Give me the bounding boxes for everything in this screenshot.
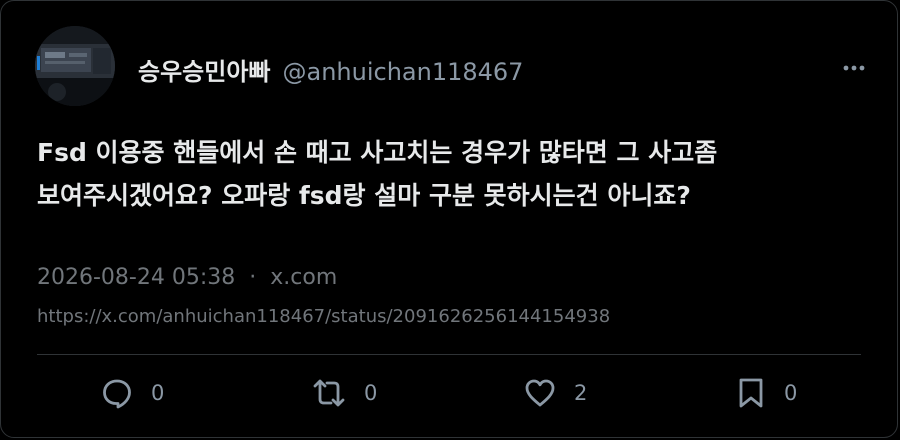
retweet-icon [313,379,345,407]
tweet-text-line: 보여주시겠어요? 오파랑 fsd랑 설마 구분 못하시는건 아니죠? [37,181,691,210]
tweet-card: 승우승민아빠 @anhuichan118467 Fsd 이용중 핸들에서 손 때… [0,0,898,438]
bookmark-icon [739,378,763,408]
reply-button[interactable]: 0 [101,377,164,409]
more-options-button[interactable] [839,53,869,83]
tweet-text-line: Fsd 이용중 핸들에서 손 때고 사고치는 경우가 많타면 그 사고좀 [37,138,718,167]
reply-count: 0 [151,381,165,405]
heart-icon [525,379,555,407]
reply-icon [103,379,131,409]
more-dots-icon [843,65,865,71]
bookmark-count: 0 [784,381,798,405]
retweet-count: 0 [364,381,378,405]
avatar[interactable] [35,26,115,106]
tweet-text: Fsd 이용중 핸들에서 손 때고 사고치는 경우가 많타면 그 사고좀 보여주… [37,131,867,217]
like-count: 2 [574,381,588,405]
author-handle[interactable]: @anhuichan118467 [282,58,523,86]
like-button[interactable]: 2 [524,377,587,409]
meta-separator: · [249,265,257,290]
action-bar: 0 0 2 0 [1,377,899,417]
avatar-photo [35,26,115,106]
divider [37,354,861,355]
author-info: 승우승민아빠 @anhuichan118467 [138,52,523,87]
tweet-meta: 2026-08-24 05:38 · x.com [37,265,337,290]
retweet-button[interactable]: 0 [312,377,377,409]
timestamp[interactable]: 2026-08-24 05:38 [37,265,235,290]
bookmark-button[interactable]: 0 [736,377,797,409]
source-link[interactable]: x.com [270,265,337,290]
author-display-name[interactable]: 승우승민아빠 [138,52,270,87]
status-url[interactable]: https://x.com/anhuichan118467/status/209… [37,306,610,327]
